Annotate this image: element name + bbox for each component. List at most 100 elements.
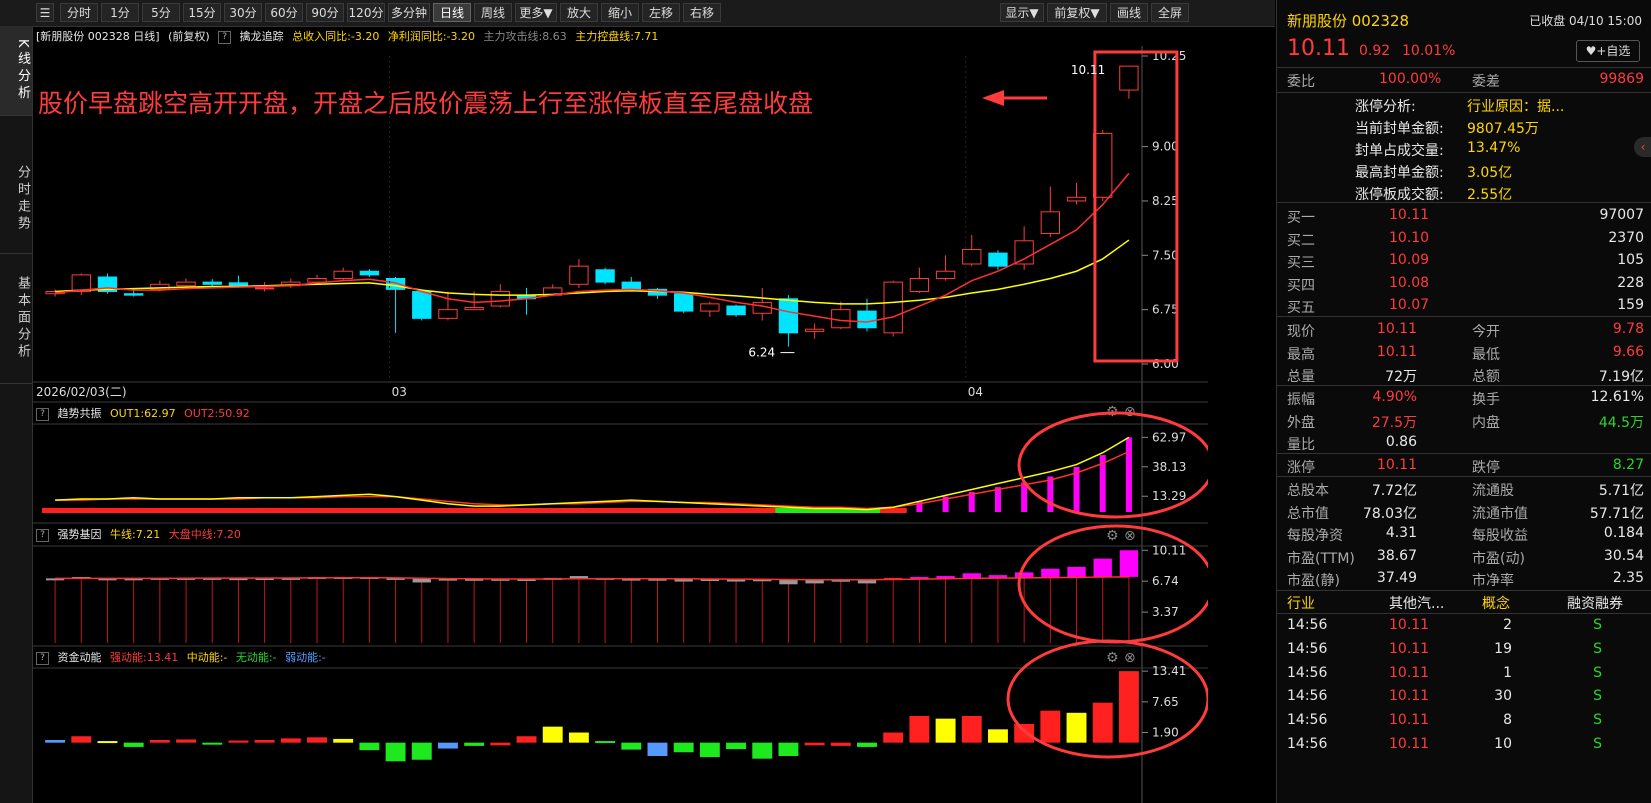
bid-level: 买二 [1287, 232, 1315, 249]
low-price-label: 6.24 [748, 346, 775, 360]
weibi-value: 100.00% [1379, 71, 1442, 87]
momentum-bar [726, 742, 746, 750]
bid-row[interactable]: 买三 10.09 105 [1277, 249, 1651, 273]
help-icon[interactable]: ? [36, 407, 49, 421]
date-label-march: 03 [392, 385, 407, 399]
momentum-bar [621, 742, 642, 750]
bid-price: 10.11 [1389, 207, 1430, 223]
stat-row: 每股净资 4.31 每股收益 0.184 [1277, 522, 1651, 546]
period-button[interactable]: 1分 [101, 3, 139, 22]
stat-row: 外盘 27.5万 内盘 44.5万 [1277, 409, 1651, 433]
help-icon[interactable]: ? [36, 651, 49, 665]
trend-bar [42, 508, 69, 513]
period-button[interactable]: 多分钟 [388, 3, 430, 22]
trade-price: 10.11 [1389, 688, 1430, 705]
gene-bar [1014, 572, 1034, 578]
period-button[interactable]: 左移 [642, 3, 680, 22]
stat-value: 78.03亿 [1362, 505, 1417, 522]
period-button[interactable]: 分时 [60, 3, 98, 22]
period-button[interactable]: 15分 [183, 3, 221, 22]
period-button[interactable]: 日线 [433, 3, 471, 22]
add-favorite-button[interactable]: ♥+自选 [1576, 40, 1640, 62]
trade-row: 14:56 10.11 19 S [1277, 638, 1651, 662]
annotation-arrowhead [982, 90, 1004, 106]
trend-bar [303, 508, 331, 513]
period-button[interactable]: 周线 [474, 3, 512, 22]
trend-bar [330, 508, 357, 513]
period-button[interactable]: 更多▼ [515, 3, 557, 22]
toolbar-right-button[interactable]: 全屏 [1151, 3, 1189, 22]
gene-bar [1093, 558, 1112, 578]
last-price: 10.11 [1287, 36, 1350, 61]
bid-volume: 97007 [1599, 207, 1644, 223]
candle-body [254, 287, 275, 290]
y-tick-label: 6.00 [1152, 357, 1179, 371]
period-button[interactable]: 30分 [224, 3, 262, 22]
stat-value: 5.71亿 [1598, 483, 1644, 499]
tab-kline-analysis[interactable]: K线分析 [0, 26, 32, 116]
menu-icon[interactable]: ☰ [36, 3, 54, 22]
stat-value: 72万 [1385, 369, 1417, 385]
stock-period-label: [新朋股份 002328 日线] [36, 30, 160, 43]
momentum-bar [595, 741, 616, 744]
period-button[interactable]: 缩小 [601, 3, 639, 22]
trade-price: 10.11 [1389, 664, 1430, 681]
stat-value: 0.184 [1603, 525, 1644, 541]
momentum-bar [280, 738, 301, 743]
stat-row: 振幅 4.90% 换手 12.61% [1277, 386, 1651, 410]
momentum-bar [1092, 702, 1113, 743]
sub1-out2: OUT2:50.92 [184, 407, 250, 420]
momentum-bar [1118, 671, 1139, 743]
info-tab[interactable]: 概念 [1482, 593, 1510, 613]
bid-row[interactable]: 买五 10.07 159 [1277, 294, 1651, 318]
help-icon[interactable]: ? [218, 30, 232, 44]
sub1-out1: OUT1:62.97 [110, 407, 176, 420]
stat-value: 4.31 [1385, 525, 1417, 541]
period-button[interactable]: 右移 [683, 3, 721, 22]
bid-row[interactable]: 买四 10.08 228 [1277, 272, 1651, 296]
trend-bar [775, 508, 803, 513]
candle-body [124, 293, 144, 296]
period-button[interactable]: 90分 [306, 3, 344, 22]
period-button[interactable]: 60分 [265, 3, 303, 22]
toolbar-right-button[interactable]: 显示▼ [1000, 3, 1044, 22]
tab-fundamental-analysis[interactable]: 基本面分析 [0, 254, 32, 384]
trend-bar [670, 508, 698, 513]
momentum-bar [830, 742, 851, 746]
sub2-line2: 大盘中线:7.20 [168, 528, 241, 541]
bid-volume: 105 [1617, 252, 1644, 268]
bid-price: 10.10 [1389, 229, 1430, 246]
momentum-bar [699, 742, 720, 758]
kline-chart-area[interactable]: 10.259.008.257.506.756.0010.116.242026/0… [32, 46, 1208, 803]
trend-bar [408, 508, 436, 513]
candle-body [1119, 65, 1139, 91]
tab-intraday-trend[interactable]: 分时走势 [0, 144, 32, 254]
momentum-bar [988, 729, 1008, 743]
info-tab[interactable]: 其他汽... [1389, 593, 1444, 613]
side-tab-bar: K线分析 分时走势 基本面分析 [0, 26, 33, 803]
bid-volume: 2370 [1608, 229, 1644, 246]
trend-bar [225, 508, 253, 513]
trade-row: 14:56 10.11 2 S [1277, 614, 1651, 638]
momentum-bar [857, 742, 877, 747]
bid-row[interactable]: 买二 10.10 2370 [1277, 227, 1651, 251]
period-button[interactable]: 5分 [142, 3, 180, 22]
period-button[interactable]: 120分 [347, 3, 385, 22]
bid-row[interactable]: 买一 10.11 97007 [1277, 204, 1651, 228]
limit-value: 9807.45万 [1467, 121, 1539, 137]
toolbar-right-button[interactable]: 前复权▼ [1047, 3, 1107, 22]
help-icon[interactable]: ? [36, 528, 49, 542]
limit-value: 行业原因：据... [1467, 99, 1565, 115]
period-button[interactable]: 放大 [560, 3, 598, 22]
out1-line [55, 436, 1130, 511]
trend-bar [120, 508, 148, 513]
info-tab[interactable]: 行业 [1287, 593, 1315, 613]
momentum-bar [254, 740, 275, 743]
momentum-bar [464, 742, 485, 746]
last-price-label: 10.11 [1071, 63, 1105, 77]
candle-body [490, 291, 510, 307]
trade-time: 14:56 [1287, 664, 1328, 681]
info-tab[interactable]: 融资融券 [1567, 593, 1623, 613]
toolbar-right-button[interactable]: 画线 [1110, 3, 1148, 22]
candle-body [1066, 196, 1087, 202]
